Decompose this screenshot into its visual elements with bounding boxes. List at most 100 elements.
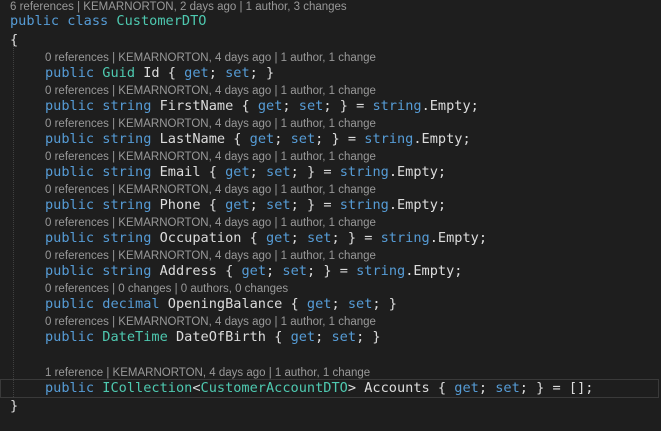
keyword-set: set [290, 131, 316, 147]
generic-close: > [347, 380, 357, 396]
property-line[interactable]: public Guid Id { get; set; } [45, 64, 274, 83]
keyword-set: set [495, 380, 520, 396]
codelens-property[interactable]: 0 references | KEMARNORTON, 4 days ago |… [45, 315, 376, 329]
indent-guide [13, 40, 14, 397]
codelens-property[interactable]: 0 references | KEMARNORTON, 4 days ago |… [45, 117, 376, 131]
punctuation: ; } [519, 380, 545, 396]
codelens-property[interactable]: 0 references | KEMARNORTON, 4 days ago |… [45, 216, 376, 230]
punctuation: { [233, 131, 250, 147]
punctuation: ; [249, 164, 267, 180]
property-accessors: { get; set; } [233, 131, 339, 147]
class-declaration-line[interactable]: public class CustomerDTO [10, 12, 206, 31]
codelens-property[interactable]: 0 references | 0 changes | 0 authors, 0 … [45, 282, 288, 296]
property-type: string [102, 263, 152, 279]
class-name: CustomerDTO [116, 13, 207, 29]
keyword-public: public [45, 329, 95, 345]
keyword-set: set [306, 230, 332, 246]
property-name: FirstName [159, 98, 234, 114]
punctuation: { [290, 296, 307, 312]
property-line[interactable]: public decimal OpeningBalance { get; set… [45, 295, 397, 314]
keyword-set: set [225, 65, 250, 81]
keyword-string: string [339, 197, 389, 213]
keyword-public: public [45, 380, 95, 396]
property-name: Email [159, 164, 201, 180]
codelens-property[interactable]: 0 references | KEMARNORTON, 4 days ago |… [45, 183, 376, 197]
assign-operator: = [323, 164, 332, 180]
property-line[interactable]: public string Phone { get; set; } = stri… [45, 196, 446, 215]
punctuation: ; } [315, 131, 340, 147]
keyword-get: get [225, 197, 250, 213]
punctuation: ; } [323, 98, 348, 114]
property-type: string [102, 131, 152, 147]
codelens-accounts[interactable]: 1 reference | KEMARNORTON, 4 days ago | … [45, 366, 370, 380]
punctuation: ; } [372, 296, 397, 312]
property-type: string [102, 164, 152, 180]
keyword-set: set [347, 296, 373, 312]
codelens-property[interactable]: 0 references | KEMARNORTON, 4 days ago |… [45, 150, 376, 164]
assign-operator: = [364, 230, 373, 246]
keyword-get: get [225, 164, 250, 180]
keyword-public: public [45, 164, 95, 180]
keyword-set: set [298, 98, 324, 114]
property-line[interactable]: public string LastName { get; set; } = s… [45, 130, 471, 149]
keyword-string: string [380, 230, 430, 246]
property-line[interactable]: public DateTime DateOfBirth { get; set; … [45, 328, 381, 347]
member-access: .Empty; [388, 164, 447, 180]
accounts-property-line[interactable]: public ICollection<CustomerAccountDTO> A… [45, 379, 593, 398]
assign-operator: = [356, 98, 365, 114]
property-line[interactable]: public string Email { get; set; } = stri… [45, 163, 446, 182]
keyword-public: public [45, 131, 95, 147]
property-initializer: []; [568, 380, 594, 396]
keyword-public: public [10, 13, 60, 29]
keyword-set: set [266, 164, 291, 180]
close-brace: } [10, 398, 19, 414]
codelens-property[interactable]: 0 references | KEMARNORTON, 4 days ago |… [45, 84, 376, 98]
keyword-public: public [45, 65, 95, 81]
property-name: Address [159, 263, 217, 279]
property-line[interactable]: public string Address { get; set; } = st… [45, 262, 462, 281]
punctuation: ; } [290, 164, 316, 180]
property-line[interactable]: public string Occupation { get; set; } =… [45, 229, 487, 248]
punctuation: ; } [290, 197, 316, 213]
keyword-public: public [45, 230, 95, 246]
property-initializer: string.Empty; [372, 98, 478, 114]
keyword-get: get [290, 329, 316, 345]
property-accessors: { get; set; } [291, 296, 397, 312]
keyword-string: string [339, 164, 389, 180]
property-type: string [102, 197, 152, 213]
property-initializer: string.Empty; [381, 230, 487, 246]
generic-type-argument: CustomerAccountDTO [200, 380, 348, 396]
punctuation: ; } [249, 65, 275, 81]
assign-operator: = [323, 197, 332, 213]
property-type: ICollection [102, 380, 193, 396]
punctuation: ; } [306, 263, 332, 279]
property-accessors: { get; set; } [209, 197, 315, 213]
keyword-get: get [241, 263, 267, 279]
punctuation: { [241, 98, 258, 114]
keyword-get: get [257, 98, 283, 114]
property-accessors: { get; set; } [274, 329, 380, 345]
keyword-string: string [356, 263, 406, 279]
keyword-get: get [184, 65, 209, 81]
punctuation: ; [282, 98, 299, 114]
property-name: Id [143, 65, 160, 81]
property-name: OpeningBalance [167, 296, 283, 312]
keyword-set: set [331, 329, 357, 345]
punctuation: { [249, 230, 266, 246]
punctuation: ; [478, 380, 496, 396]
codelens-property[interactable]: 0 references | KEMARNORTON, 4 days ago |… [45, 51, 376, 65]
member-access: .Empty; [421, 98, 479, 114]
punctuation: { [225, 263, 242, 279]
keyword-class: class [67, 13, 109, 29]
open-brace-line[interactable]: { [10, 31, 18, 50]
punctuation: ; [208, 65, 226, 81]
punctuation: ; [331, 296, 348, 312]
property-line[interactable]: public string FirstName { get; set; } = … [45, 97, 479, 116]
codelens-property[interactable]: 0 references | KEMARNORTON, 4 days ago |… [45, 249, 376, 263]
member-access: .Empty; [388, 197, 447, 213]
generic-open: < [192, 380, 201, 396]
property-accessors: { get; set; } [209, 164, 315, 180]
code-editor[interactable]: 6 references | KEMARNORTON, 2 days ago |… [0, 0, 661, 431]
close-brace-line[interactable]: } [10, 397, 18, 416]
property-initializer: string.Empty; [340, 164, 446, 180]
